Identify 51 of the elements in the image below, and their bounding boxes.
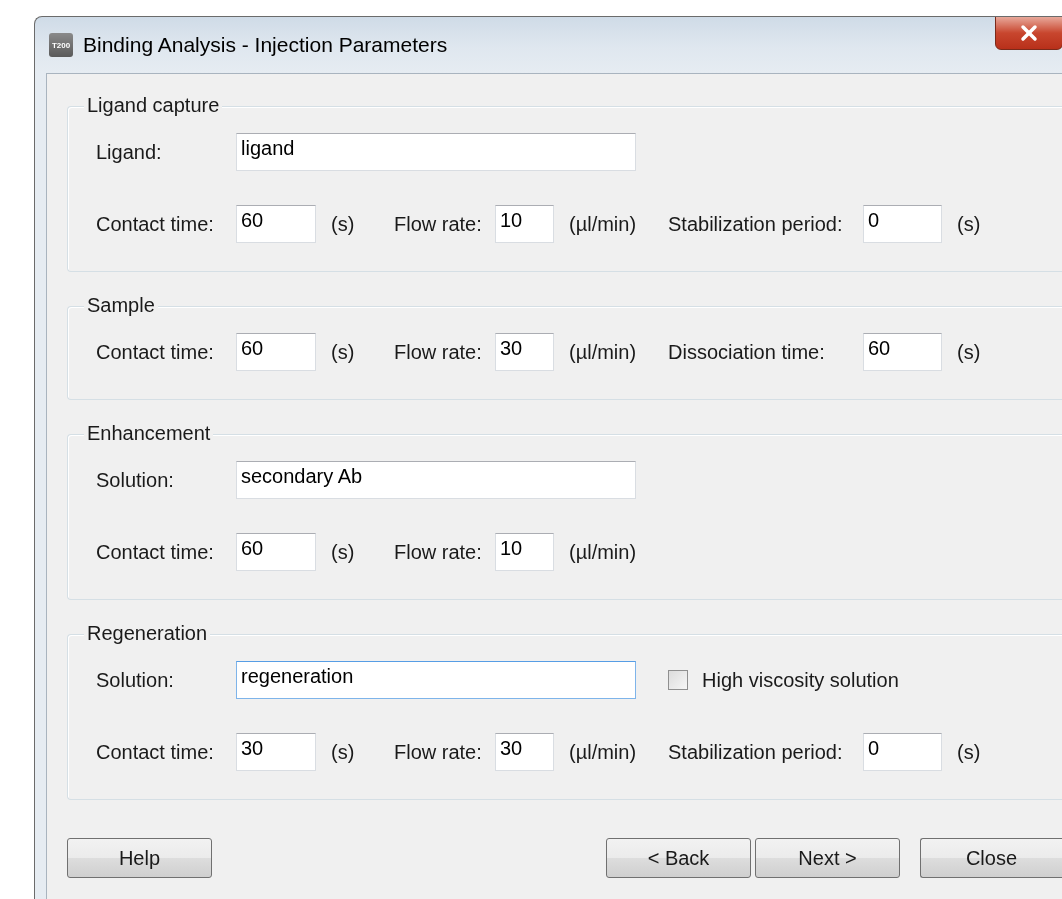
unit-label: (s) [957, 740, 982, 764]
unit-label: (s) [331, 212, 356, 236]
field-label: Stabilization period: [668, 740, 844, 764]
app-icon: T200 [49, 33, 73, 57]
input-field[interactable]: 30 [495, 733, 554, 771]
input-field[interactable]: 60 [236, 533, 316, 571]
field-label: Ligand: [96, 140, 163, 164]
close-button[interactable] [995, 17, 1062, 50]
input-field[interactable]: 30 [236, 733, 316, 771]
group-title: Ligand capture [84, 94, 223, 117]
field-label: Dissociation time: [668, 340, 826, 364]
input-field[interactable]: 0 [863, 205, 942, 243]
unit-label: (s) [331, 740, 356, 764]
field-label: Flow rate: [394, 340, 483, 364]
field-label: Contact time: [96, 212, 215, 236]
checkbox[interactable] [668, 670, 688, 690]
unit-label: (s) [957, 212, 982, 236]
group-title: Sample [84, 294, 158, 317]
field-label: Contact time: [96, 340, 215, 364]
input-field[interactable]: 10 [495, 533, 554, 571]
dialog-button[interactable]: Next > [755, 838, 900, 878]
unit-label: (µl/min) [569, 540, 638, 564]
group-title: Regeneration [84, 622, 211, 645]
window-title: Binding Analysis - Injection Parameters [83, 33, 448, 57]
field-label: Flow rate: [394, 212, 483, 236]
input-field[interactable]: 60 [236, 205, 316, 243]
input-field[interactable]: 0 [863, 733, 942, 771]
field-label: Stabilization period: [668, 212, 844, 236]
input-field[interactable]: 60 [236, 333, 316, 371]
dialog-button[interactable]: Close [920, 838, 1062, 878]
field-label: Flow rate: [394, 740, 483, 764]
field-label: Solution: [96, 668, 175, 692]
input-field[interactable]: 10 [495, 205, 554, 243]
unit-label: (µl/min) [569, 212, 638, 236]
input-field[interactable]: regeneration [236, 661, 636, 699]
field-label: Contact time: [96, 540, 215, 564]
unit-label: (µl/min) [569, 740, 638, 764]
help-button[interactable]: Help [67, 838, 212, 878]
unit-label: (s) [331, 540, 356, 564]
unit-label: (s) [957, 340, 982, 364]
dialog-button[interactable]: < Back [606, 838, 751, 878]
unit-label: (s) [331, 340, 356, 364]
input-field[interactable]: 30 [495, 333, 554, 371]
input-field[interactable]: ligand [236, 133, 636, 171]
input-field[interactable]: 60 [863, 333, 942, 371]
field-label: Flow rate: [394, 540, 483, 564]
input-field[interactable]: secondary Ab [236, 461, 636, 499]
unit-label: (µl/min) [569, 340, 638, 364]
field-label: Contact time: [96, 740, 215, 764]
field-label: Solution: [96, 468, 175, 492]
checkbox-label: High viscosity solution [702, 668, 899, 692]
